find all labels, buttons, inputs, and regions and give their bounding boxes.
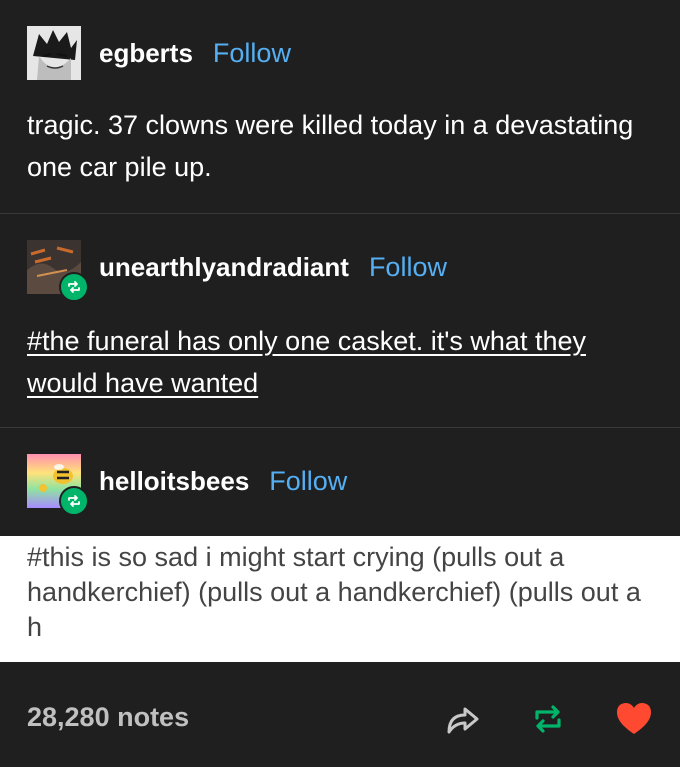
post-text: tragic. 37 clowns were killed today in a…	[27, 110, 634, 182]
reblog-icon[interactable]	[529, 700, 567, 738]
follow-button[interactable]: Follow	[369, 252, 447, 283]
username[interactable]: helloitsbees	[99, 466, 249, 497]
post-footer: 28,280 notes	[0, 662, 680, 767]
follow-button[interactable]: Follow	[269, 466, 347, 497]
avatar[interactable]	[27, 240, 89, 302]
post-header: egberts Follow	[27, 26, 291, 80]
username[interactable]: egberts	[99, 38, 193, 69]
avatar-image	[27, 26, 81, 80]
post-unearthlyandradiant: unearthlyandradiant Follow #the funeral …	[0, 214, 680, 427]
follow-button[interactable]: Follow	[213, 38, 291, 69]
reblog-badge	[59, 272, 89, 302]
post-helloitsbees: helloitsbees Follow	[0, 428, 680, 536]
notes-count[interactable]: 28,280 notes	[27, 702, 189, 733]
post-header: unearthlyandradiant Follow	[27, 240, 447, 302]
post-egberts: egberts Follow tragic. 37 clowns were ki…	[0, 0, 680, 213]
avatar[interactable]	[27, 26, 81, 80]
reblog-icon	[68, 495, 80, 507]
reblog-icon	[68, 281, 80, 293]
post-tags-block: #this is so sad i might start crying (pu…	[0, 536, 680, 662]
reblog-badge	[59, 486, 89, 516]
share-arrow-icon[interactable]	[443, 700, 481, 738]
username[interactable]: unearthlyandradiant	[99, 252, 349, 283]
post-header: helloitsbees Follow	[27, 454, 347, 516]
heart-icon[interactable]	[615, 700, 653, 738]
post-tags[interactable]: #the funeral has only one casket. it's w…	[27, 320, 650, 404]
avatar[interactable]	[27, 454, 89, 516]
post-tags[interactable]: #this is so sad i might start crying (pu…	[27, 540, 656, 645]
